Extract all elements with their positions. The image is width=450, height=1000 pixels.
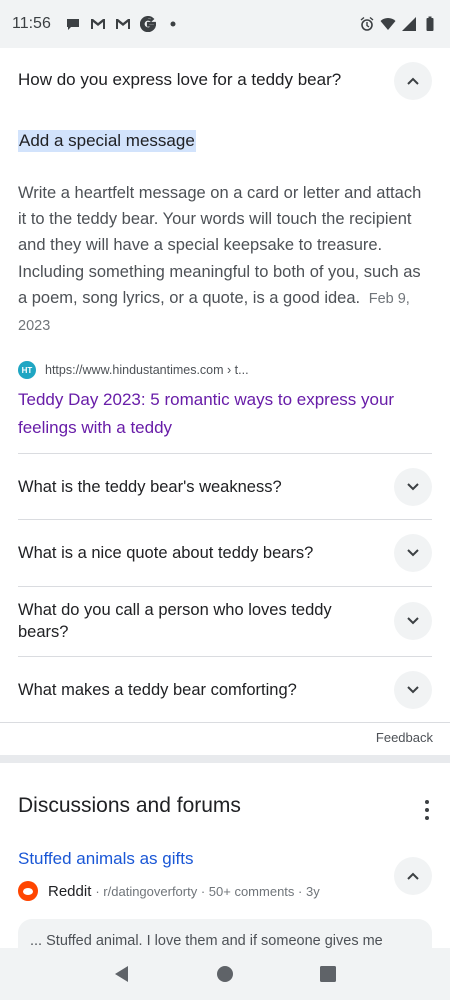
back-triangle-icon xyxy=(114,966,128,982)
expand-button-2[interactable] xyxy=(394,534,432,572)
chevron-up-icon xyxy=(407,872,419,880)
dot-icon xyxy=(170,21,176,27)
recents-button[interactable] xyxy=(317,963,339,985)
hindustantimes-favicon-icon: HT xyxy=(18,361,36,379)
answer-text: Write a heartfelt message on a card or l… xyxy=(18,180,432,339)
answer-heading: Add a special message xyxy=(18,130,196,152)
faq-question-4[interactable]: What makes a teddy bear comforting? xyxy=(18,679,378,701)
recents-square-icon xyxy=(320,966,337,982)
chevron-up-icon xyxy=(407,77,419,85)
signal-icon xyxy=(402,17,416,31)
chat-bubble-icon xyxy=(66,19,79,30)
answer-body-text: Write a heartfelt message on a card or l… xyxy=(18,184,422,307)
status-bar: 11:56 xyxy=(0,0,450,48)
status-time: 11:56 xyxy=(12,15,51,32)
chevron-down-icon xyxy=(407,483,419,491)
faq-question-1[interactable]: What is the teddy bear's weakness? xyxy=(18,476,378,498)
divider xyxy=(18,586,432,587)
collapse-button[interactable] xyxy=(394,62,432,100)
source-url[interactable]: https://www.hindustantimes.com › t... xyxy=(45,363,249,377)
discussion-source-name: Reddit xyxy=(48,882,92,900)
expand-button-1[interactable] xyxy=(394,468,432,506)
feedback-link[interactable]: Feedback xyxy=(376,730,433,745)
home-circle-icon xyxy=(216,966,233,982)
wifi-icon xyxy=(380,18,396,30)
more-options-icon[interactable] xyxy=(419,800,435,820)
gmail-icon xyxy=(115,19,130,29)
system-icons xyxy=(359,16,438,32)
source-title-link[interactable]: Teddy Day 2023: 5 romantic ways to expre… xyxy=(18,386,418,442)
divider xyxy=(18,519,432,520)
divider xyxy=(0,722,450,723)
chevron-down-icon xyxy=(407,617,419,625)
search-results: How do you express love for a teddy bear… xyxy=(0,48,450,948)
battery-icon xyxy=(426,16,434,31)
source-row[interactable]: HT https://www.hindustantimes.com › t... xyxy=(18,361,249,379)
divider xyxy=(18,656,432,657)
reddit-icon xyxy=(18,881,38,901)
chevron-down-icon xyxy=(407,686,419,694)
divider xyxy=(18,453,432,454)
system-nav-bar xyxy=(0,948,450,1000)
expand-button-3[interactable] xyxy=(394,602,432,640)
faq-question-3[interactable]: What do you call a person who loves tedd… xyxy=(18,599,378,643)
faq-question-expanded[interactable]: How do you express love for a teddy bear… xyxy=(18,70,341,90)
chevron-down-icon xyxy=(407,549,419,557)
discussion-meta: · r/datingoverforty · 50+ comments · 3y xyxy=(95,883,320,899)
section-separator xyxy=(0,755,450,763)
notification-icons xyxy=(65,16,181,32)
alarm-icon xyxy=(360,16,374,31)
back-button[interactable] xyxy=(111,963,133,985)
discussion-source-row: Reddit · r/datingoverforty · 50+ comment… xyxy=(18,881,320,901)
discussion-result-link[interactable]: Stuffed animals as gifts xyxy=(18,849,193,869)
google-icon xyxy=(139,16,156,32)
discussion-collapse-button[interactable] xyxy=(394,857,432,895)
faq-question-2[interactable]: What is a nice quote about teddy bears? xyxy=(18,542,378,564)
discussion-snippet[interactable]: ... Stuffed animal. I love them and if s… xyxy=(18,919,432,948)
home-button[interactable] xyxy=(214,963,236,985)
gmail-icon xyxy=(90,19,105,29)
expand-button-4[interactable] xyxy=(394,671,432,709)
discussions-section-title: Discussions and forums xyxy=(18,794,241,817)
discussion-snippet-text: ... Stuffed animal. I love them and if s… xyxy=(30,933,383,948)
